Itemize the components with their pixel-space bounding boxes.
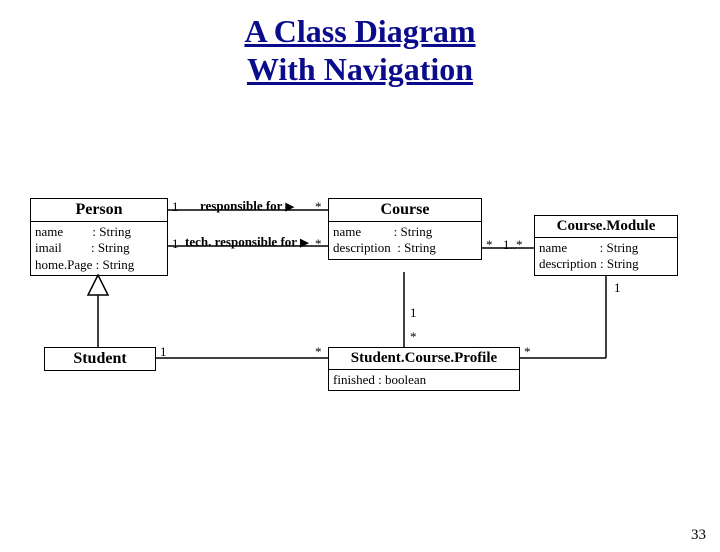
- class-module-attrs: name : String description : String: [535, 238, 677, 275]
- assoc-responsible-for: responsible for ▶: [200, 198, 294, 214]
- class-student: Student: [44, 347, 156, 371]
- class-profile-name: Student.Course.Profile: [329, 348, 519, 369]
- class-module-name: Course.Module: [535, 216, 677, 237]
- mult-profile-left: *: [315, 344, 322, 360]
- class-course-name: Course: [329, 199, 481, 221]
- mult-course-module-left: *: [486, 237, 493, 253]
- class-person-attrs: name : String imail : String home.Page :…: [31, 222, 167, 275]
- mult-module-bottom: 1: [614, 280, 621, 296]
- mult-person-resp: 1: [172, 199, 179, 215]
- diagram-title: A Class Diagram With Navigation: [0, 12, 720, 89]
- mult-course-profile-bottom: *: [410, 329, 417, 345]
- mult-profile-module-right: *: [524, 344, 531, 360]
- mult-course-resp: *: [315, 199, 322, 215]
- class-person: Person name : String imail : String home…: [30, 198, 168, 276]
- class-profile-attrs: finished : boolean: [329, 370, 519, 390]
- class-module: Course.Module name : String description …: [534, 215, 678, 276]
- title-line2: With Navigation: [247, 51, 473, 87]
- mult-course-tech: *: [315, 236, 322, 252]
- class-profile: Student.Course.Profile finished : boolea…: [328, 347, 520, 391]
- mult-student-profile-left: 1: [160, 344, 167, 360]
- assoc-tech-responsible-for: tech. responsible for ▶: [185, 234, 309, 250]
- class-course: Course name : String description : Strin…: [328, 198, 482, 260]
- mult-module-right: 1..*: [503, 237, 523, 253]
- slide-number: 33: [691, 527, 706, 544]
- class-course-attrs: name : String description : String: [329, 222, 481, 259]
- mult-person-tech: 1: [172, 236, 179, 252]
- arrow-icon: ▶: [285, 200, 293, 213]
- mult-course-profile-top: 1: [410, 305, 417, 321]
- title-line1: A Class Diagram: [244, 13, 475, 49]
- class-student-name: Student: [45, 348, 155, 370]
- class-person-name: Person: [31, 199, 167, 221]
- arrow-icon: ▶: [300, 236, 308, 249]
- diagram-lines: [0, 12, 720, 552]
